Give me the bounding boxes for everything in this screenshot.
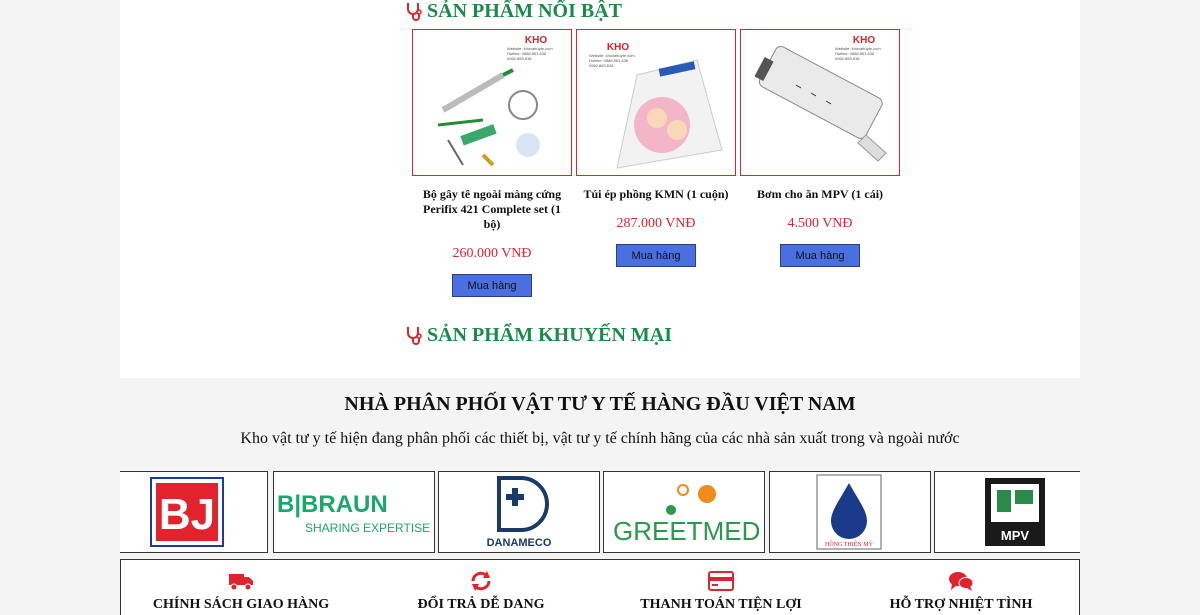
brand-logo-hong-thien-my[interactable]: HỒNG THIỆN MỸ bbox=[769, 471, 931, 553]
feature-label: CHÍNH SÁCH GIAO HÀNG bbox=[152, 597, 330, 612]
brand-logo-danameco[interactable]: DANAMECO bbox=[438, 471, 600, 553]
feature-support[interactable]: HỖ TRỢ NHIỆT TÌNH bbox=[841, 570, 1081, 613]
service-features: CHÍNH SÁCH GIAO HÀNG ĐỔI TRẢ DỄ DANG THA… bbox=[120, 559, 1080, 615]
distributor-description: Kho vật tư y tế hiện đang phân phối các … bbox=[240, 430, 960, 447]
sterilization-pouch-image[interactable]: KHO Website: khovattuyte.com Hotline: 08… bbox=[576, 29, 736, 176]
feeding-syringe-image[interactable]: KHO Website: khovattuyte.com Hotline: 08… bbox=[740, 29, 900, 176]
product-card[interactable]: KHO Website: khovattuyte.com Hotline: 08… bbox=[740, 29, 900, 267]
credit-card-icon bbox=[708, 571, 734, 591]
chat-bubbles-icon bbox=[949, 572, 974, 591]
hong-thien-my-logo: HỒNG THIỆN MỸ bbox=[816, 474, 882, 550]
brand-logo-greetmed[interactable]: GREETMED bbox=[603, 471, 765, 553]
truck-icon bbox=[229, 574, 253, 591]
distributor-title: NHÀ PHÂN PHỐI VẬT TƯ Y TẾ HÀNG ĐẦU VIỆT … bbox=[344, 393, 856, 415]
svg-text:B|BRAUN: B|BRAUN bbox=[277, 491, 388, 518]
brand-logo-bj[interactable]: BJ bbox=[120, 471, 268, 553]
bbraun-logo: B|BRAUN SHARING EXPERTISE bbox=[277, 491, 430, 535]
product-card[interactable]: KHO Website: khovattuyte.com Hotline: 08… bbox=[412, 29, 572, 297]
feature-shipping[interactable]: CHÍNH SÁCH GIAO HÀNG bbox=[121, 570, 361, 613]
buy-button[interactable]: Mua hàng bbox=[616, 244, 696, 267]
main-content: SẢN PHẨM NỔI BẬT KHO Website: khovattuyt… bbox=[120, 0, 1080, 378]
promo-section-title: SẢN PHẨM KHUYẾN MẠI bbox=[405, 323, 672, 347]
product-price: 287.000 VNĐ bbox=[616, 216, 696, 231]
brand-logo-bbraun[interactable]: B|BRAUN SHARING EXPERTISE bbox=[273, 471, 435, 553]
product-name[interactable]: Bơm cho ăn MPV (1 cái) bbox=[740, 187, 900, 202]
svg-text:BJ: BJ bbox=[159, 490, 215, 539]
feature-returns[interactable]: ĐỔI TRẢ DỄ DANG bbox=[361, 570, 601, 613]
product-price: 260.000 VNĐ bbox=[452, 246, 532, 261]
anesthesia-kit-image[interactable]: KHO Website: khovattuyte.com Hotline: 08… bbox=[412, 29, 572, 176]
feature-label: HỖ TRỢ NHIỆT TÌNH bbox=[889, 597, 1033, 612]
svg-text:DANAMECO: DANAMECO bbox=[487, 537, 552, 549]
product-price: 4.500 VNĐ bbox=[787, 216, 853, 231]
product-card[interactable]: KHO Website: khovattuyte.com Hotline: 08… bbox=[576, 29, 736, 267]
featured-title-text: SẢN PHẨM NỔI BẬT bbox=[427, 0, 623, 22]
feature-label: THANH TOÁN TIỆN LỢI bbox=[640, 597, 802, 612]
brand-carousel[interactable]: BJ B|BRAUN SHARING EXPERTISE DANAMECO GR… bbox=[120, 469, 1080, 555]
greetmed-logo: GREETMED bbox=[613, 484, 759, 546]
svg-text:MPV: MPV bbox=[1001, 528, 1030, 543]
buy-button[interactable]: Mua hàng bbox=[452, 274, 532, 297]
featured-section-title: SẢN PHẨM NỔI BẬT bbox=[405, 0, 622, 22]
promo-title-text: SẢN PHẨM KHUYẾN MẠI bbox=[427, 323, 672, 346]
refresh-icon bbox=[471, 571, 491, 591]
svg-text:SHARING EXPERTISE: SHARING EXPERTISE bbox=[305, 521, 430, 535]
brand-logo-mpv[interactable]: MPV bbox=[934, 471, 1080, 553]
product-name[interactable]: Bộ gây tê ngoài màng cứng Perifix 421 Co… bbox=[412, 187, 572, 232]
danameco-logo: DANAMECO bbox=[487, 476, 552, 549]
product-name[interactable]: Túi ép phồng KMN (1 cuộn) bbox=[576, 187, 736, 202]
feature-label: ĐỔI TRẢ DỄ DANG bbox=[417, 597, 545, 612]
buy-button[interactable]: Mua hàng bbox=[780, 244, 860, 267]
bj-logo: BJ bbox=[150, 477, 224, 547]
stethoscope-icon bbox=[407, 3, 422, 21]
svg-text:GREETMED: GREETMED bbox=[613, 516, 759, 546]
feature-payment[interactable]: THANH TOÁN TIỆN LỢI bbox=[601, 570, 841, 613]
mpv-logo: MPV bbox=[985, 478, 1045, 546]
svg-text:HỒNG THIỆN MỸ: HỒNG THIỆN MỸ bbox=[825, 540, 874, 548]
stethoscope-icon bbox=[407, 327, 422, 345]
